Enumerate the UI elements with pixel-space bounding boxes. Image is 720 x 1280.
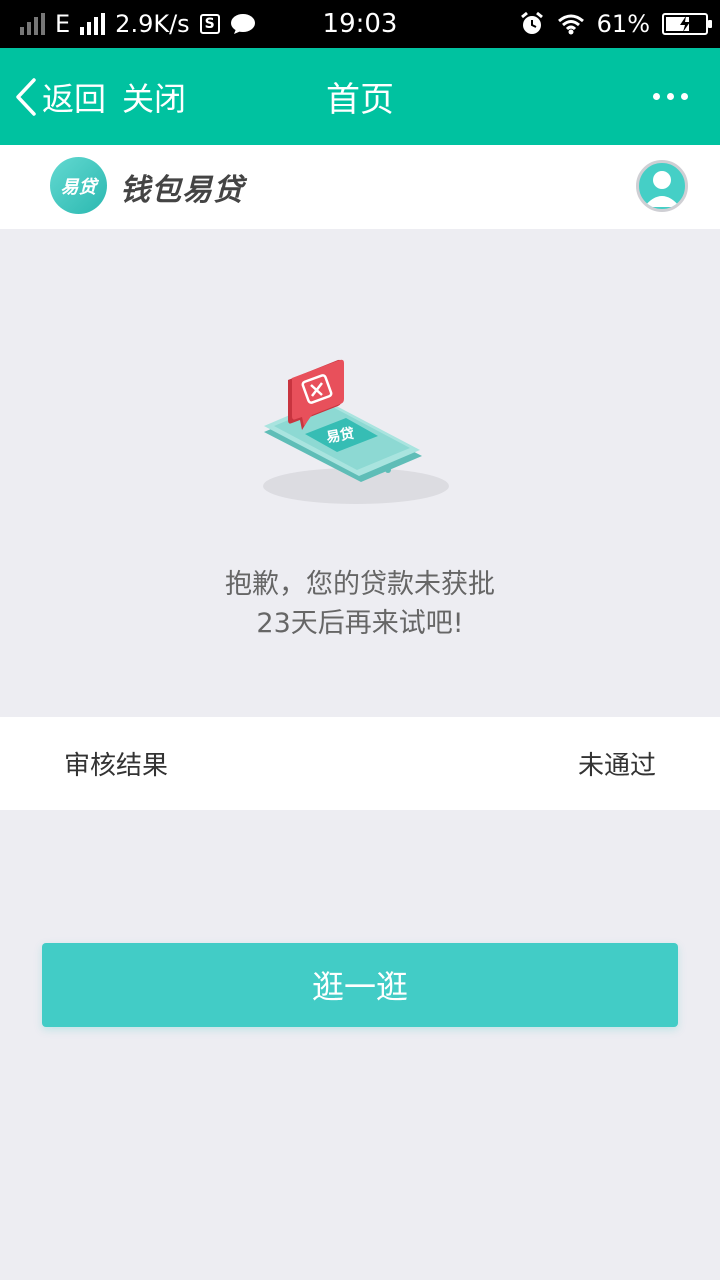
phone-rejected-icon: 易贷 (250, 350, 460, 515)
logo-icon: 易贷 (50, 157, 107, 214)
wifi-icon (557, 14, 584, 35)
s-badge-icon: S (199, 14, 220, 34)
review-result-value: 未通过 (577, 751, 656, 781)
status-left: E 2.9K/s S (20, 0, 256, 48)
more-dots-icon[interactable] (642, 48, 698, 145)
network-speed: 2.9K/s (115, 10, 190, 38)
review-result-label: 审核结果 (64, 751, 169, 781)
status-right: 61% (519, 0, 712, 48)
battery-percent: 61% (596, 10, 650, 38)
signal-icon (20, 13, 45, 35)
back-label: 返回 (42, 79, 107, 118)
app-header: 易贷 钱包易贷 (0, 145, 720, 229)
page-title: 首页 (326, 80, 394, 120)
browse-button[interactable]: 逛一逛 (42, 943, 678, 1027)
close-button[interactable]: 关闭 (122, 48, 186, 145)
back-button[interactable]: 返回 (14, 48, 106, 145)
rejection-message: 抱歉，您的贷款未获批 (225, 569, 495, 600)
signal-strength-icon (80, 13, 106, 35)
battery-charging-icon (662, 13, 712, 35)
user-avatar-icon[interactable] (636, 160, 688, 212)
chat-bubble-icon (230, 14, 255, 34)
review-result-row: 审核结果 未通过 (0, 717, 720, 810)
brand-name: 钱包易贷 (120, 173, 244, 208)
network-type: E (55, 10, 71, 38)
chevron-left-icon (16, 77, 36, 116)
retry-message: 23天后再来试吧! (256, 608, 464, 639)
alarm-icon (520, 11, 543, 34)
status-bar: E 2.9K/s S 19:03 61% (0, 0, 720, 48)
nav-bar: 返回 关闭 首页 (0, 48, 720, 145)
